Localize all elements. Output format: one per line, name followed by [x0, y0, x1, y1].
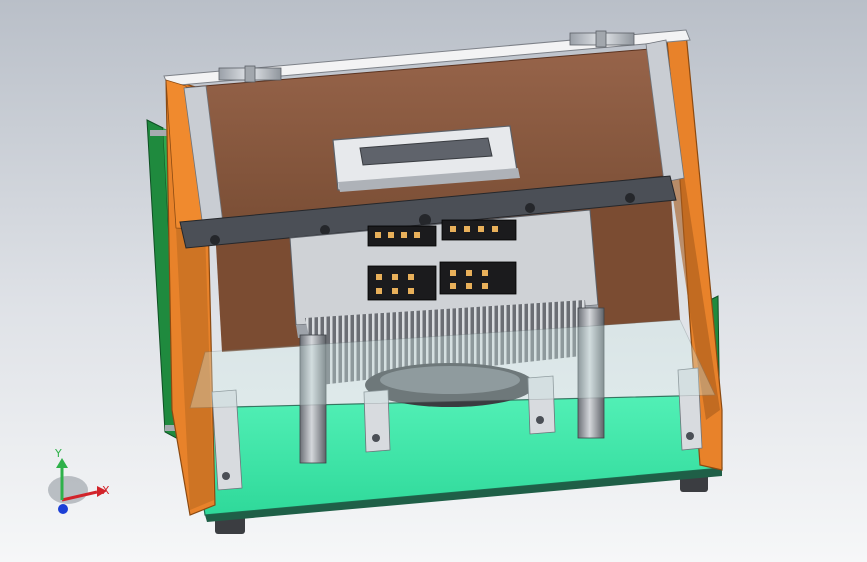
chip-socket-3[interactable]: [367, 265, 437, 301]
coordinate-triad: X Y: [48, 447, 110, 514]
lid-hinge-left[interactable]: [218, 65, 282, 83]
3d-model-viewport[interactable]: X Y: [0, 0, 867, 562]
base-plate[interactable]: [189, 394, 723, 522]
lid-hinge-right[interactable]: [569, 30, 635, 48]
chip-socket-2[interactable]: [441, 219, 517, 241]
chip-socket-4[interactable]: [439, 261, 517, 295]
z-axis-dot: [58, 504, 68, 514]
y-axis-label: Y: [54, 447, 62, 460]
x-axis-label: X: [102, 484, 110, 497]
chip-socket-1[interactable]: [367, 225, 437, 247]
